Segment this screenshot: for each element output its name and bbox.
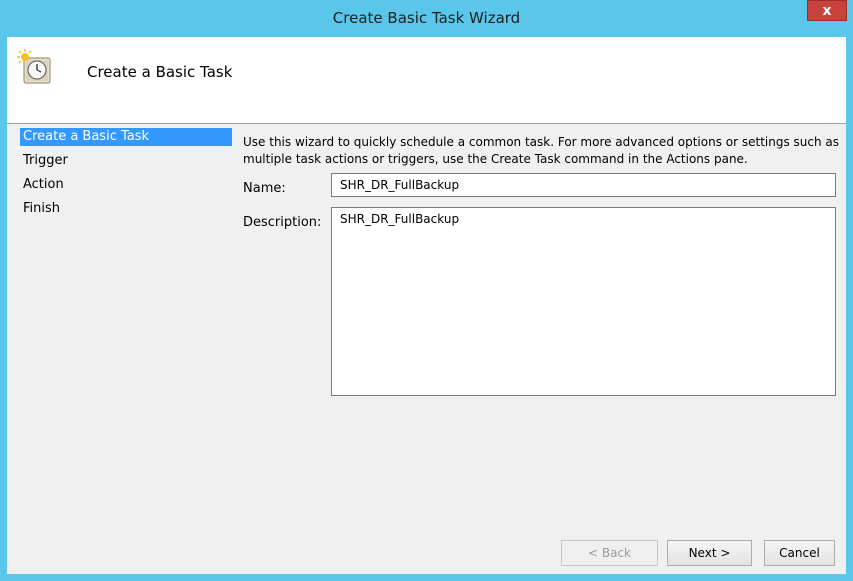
nav-item-finish[interactable]: Finish bbox=[20, 200, 60, 218]
next-button[interactable]: Next > bbox=[667, 540, 752, 566]
nav-item-create-basic-task[interactable]: Create a Basic Task bbox=[20, 128, 232, 146]
page-title: Create a Basic Task bbox=[87, 63, 233, 81]
nav-item-action[interactable]: Action bbox=[20, 176, 64, 194]
wizard-client: Create a Basic Task Create a Basic Task … bbox=[7, 37, 846, 574]
close-button[interactable]: x bbox=[807, 0, 847, 21]
close-icon: x bbox=[822, 2, 832, 19]
description-label: Description: bbox=[243, 215, 322, 230]
title-bar[interactable]: Create Basic Task Wizard x bbox=[0, 0, 853, 37]
wizard-body: Create a Basic Task Trigger Action Finis… bbox=[7, 124, 846, 574]
wizard-header: Create a Basic Task bbox=[7, 37, 846, 123]
window-title: Create Basic Task Wizard bbox=[332, 9, 521, 27]
cancel-button[interactable]: Cancel bbox=[764, 540, 835, 566]
name-label: Name: bbox=[243, 181, 286, 196]
back-button[interactable]: < Back bbox=[561, 540, 658, 566]
wizard-steps-nav: Create a Basic Task Trigger Action Finis… bbox=[7, 124, 232, 574]
description-textarea[interactable]: SHR_DR_FullBackup bbox=[331, 207, 836, 396]
wizard-window: Create Basic Task Wizard x Create a Basi… bbox=[0, 0, 853, 581]
nav-item-trigger[interactable]: Trigger bbox=[20, 152, 68, 170]
intro-text: Use this wizard to quickly schedule a co… bbox=[243, 135, 839, 166]
clock-icon bbox=[17, 49, 51, 84]
name-input[interactable] bbox=[331, 173, 836, 197]
